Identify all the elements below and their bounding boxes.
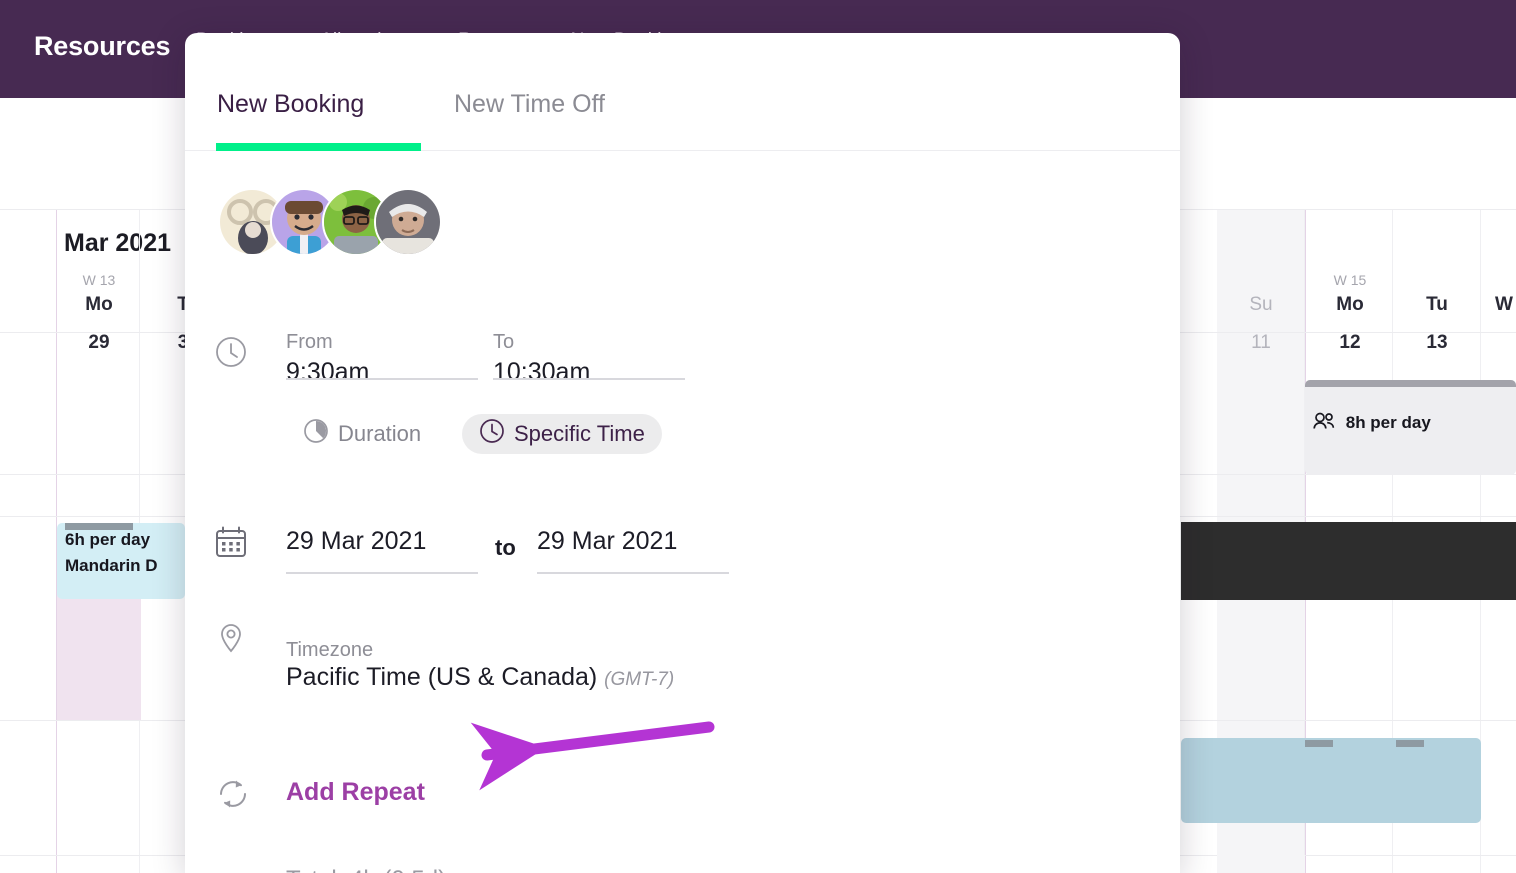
- timezone-value-row[interactable]: Pacific Time (US & Canada) (GMT-7): [286, 663, 674, 692]
- from-label: From: [286, 331, 333, 353]
- day-of-month-label: 12: [1339, 332, 1361, 353]
- from-time-value[interactable]: 9:30am: [286, 358, 369, 387]
- day-of-week-label: Mo: [85, 294, 113, 315]
- calendar-event-blue[interactable]: [1181, 738, 1481, 823]
- weekend-shade: [1217, 855, 1305, 873]
- specific-time-mode-label: Specific Time: [514, 421, 645, 446]
- start-date-value[interactable]: 29 Mar 2021: [286, 527, 426, 556]
- page-title: Resources: [34, 31, 171, 61]
- add-repeat-link[interactable]: Add Repeat: [286, 778, 425, 807]
- end-date-value[interactable]: 29 Mar 2021: [537, 527, 677, 556]
- event-progress-bar: [1305, 380, 1516, 387]
- start-date-underline: [286, 572, 478, 574]
- to-time-value[interactable]: 10:30am: [493, 358, 590, 387]
- tab-new-time-off[interactable]: New Time Off: [454, 90, 605, 119]
- week-number-label: W 15: [1333, 272, 1367, 288]
- day-of-month-label: 13: [1426, 332, 1448, 353]
- people-icon: [1313, 412, 1335, 438]
- day-of-week-label: Mo: [1336, 294, 1364, 315]
- clock-icon: [479, 418, 505, 450]
- event-progress-bar: [65, 523, 133, 530]
- screen-root: Resources Bookings Allocations Reports N…: [0, 0, 1516, 873]
- duration-mode-label: Duration: [338, 421, 422, 446]
- total-duration-text: Total: 4h (0.5d): [286, 866, 446, 873]
- day-of-week-label: Tu: [1426, 294, 1448, 315]
- location-pin-icon: [214, 621, 248, 655]
- refresh-icon: [214, 775, 252, 813]
- tab-new-booking[interactable]: New Booking: [217, 90, 364, 119]
- to-label: To: [493, 331, 515, 353]
- to-field-underline: [493, 378, 685, 380]
- event-title: 8h per day: [1313, 410, 1508, 438]
- calendar-event-dark-bar[interactable]: [1181, 522, 1516, 600]
- calendar-event-left[interactable]: 6h per day Mandarin D: [57, 523, 185, 599]
- timezone-label: Timezone: [286, 639, 374, 661]
- event-progress-bar: [1396, 740, 1424, 747]
- calendar-icon: [214, 525, 248, 559]
- day-of-week-label: W: [1495, 294, 1513, 315]
- avatar[interactable]: [374, 188, 442, 256]
- day-of-week-label: Su: [1249, 294, 1273, 315]
- specific-time-mode-button[interactable]: Specific Time: [462, 414, 662, 454]
- new-booking-modal: New Booking New Time Off From 9:30am To …: [185, 33, 1180, 873]
- from-field-underline: [286, 378, 478, 380]
- day-of-month-label: 11: [1251, 332, 1271, 353]
- event-subtitle: Mandarin D: [65, 556, 158, 575]
- event-title: 6h per day: [65, 530, 151, 549]
- weekend-shade: [1217, 600, 1305, 720]
- date-range-separator: to: [495, 535, 516, 560]
- pie-clock-icon: [303, 418, 329, 450]
- active-tab-indicator: [216, 143, 421, 151]
- timezone-value: Pacific Time (US & Canada): [286, 663, 598, 691]
- day-of-month-label: 29: [88, 332, 110, 353]
- week-number-label: W 13: [82, 272, 116, 288]
- event-progress-bar: [1305, 740, 1333, 747]
- timezone-offset: (GMT-7): [604, 669, 675, 690]
- modal-tab-bar: New Booking New Time Off: [185, 33, 1180, 151]
- event-title-text: 8h per day: [1345, 413, 1431, 432]
- end-date-underline: [537, 572, 729, 574]
- calendar-event-right[interactable]: 8h per day: [1305, 380, 1516, 475]
- duration-mode-button[interactable]: Duration: [286, 414, 438, 454]
- clock-icon: [214, 335, 248, 369]
